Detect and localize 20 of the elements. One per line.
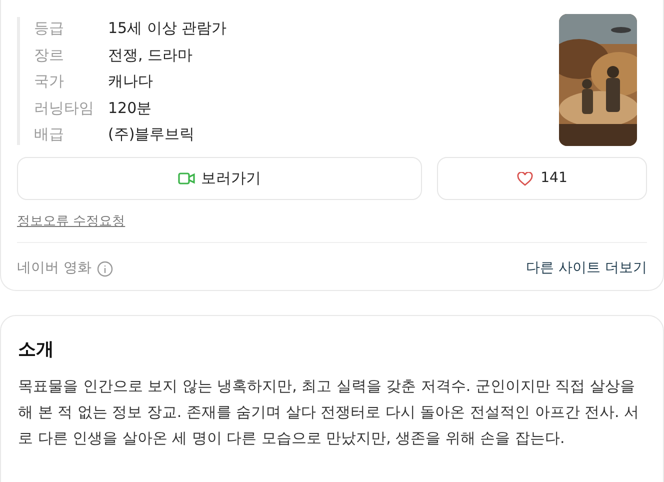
source-label: 네이버 영화 <box>17 259 92 278</box>
info-label: 러닝타임 <box>34 98 95 118</box>
info-value: 15세 이상 관람가 <box>108 18 227 38</box>
video-camera-icon <box>178 172 195 185</box>
intro-paragraph: 목표물을 인간으로 보지 않는 냉혹하지만, 최고 실력을 갖춘 저격수. 군인이지만 직접 살상을 해 본 적 없는 정보 장교. 존재를 숨기며 살다 전쟁터로 다시 돌아온 전설적인 아프간 전사. 서로 다른 인생을 살아온 세 명이 다른 모습으로 만났지만, 생존을 위해 손을 잡는다. <box>18 376 640 448</box>
info-label: 국가 <box>34 71 65 91</box>
info-value: (주)블루브릭 <box>108 124 195 144</box>
info-value: 캐나다 <box>108 71 153 91</box>
info-value: 전쟁, 드라마 <box>108 44 193 64</box>
heart-icon <box>516 172 533 186</box>
info-label: 장르 <box>34 44 65 64</box>
watch-button[interactable]: 보러가기 <box>17 157 422 200</box>
report-link[interactable]: 정보오류 수정요청 <box>17 212 126 232</box>
info-label: 배급 <box>34 124 65 144</box>
info-label: 등급 <box>34 18 65 38</box>
more-sites-link[interactable]: 다른 사이트 더보기 <box>526 258 647 279</box>
like-button[interactable]: 141 <box>437 157 647 200</box>
info-icon[interactable] <box>97 260 114 276</box>
section-title: 소개 <box>18 338 55 362</box>
info-value: 120분 <box>108 98 152 118</box>
